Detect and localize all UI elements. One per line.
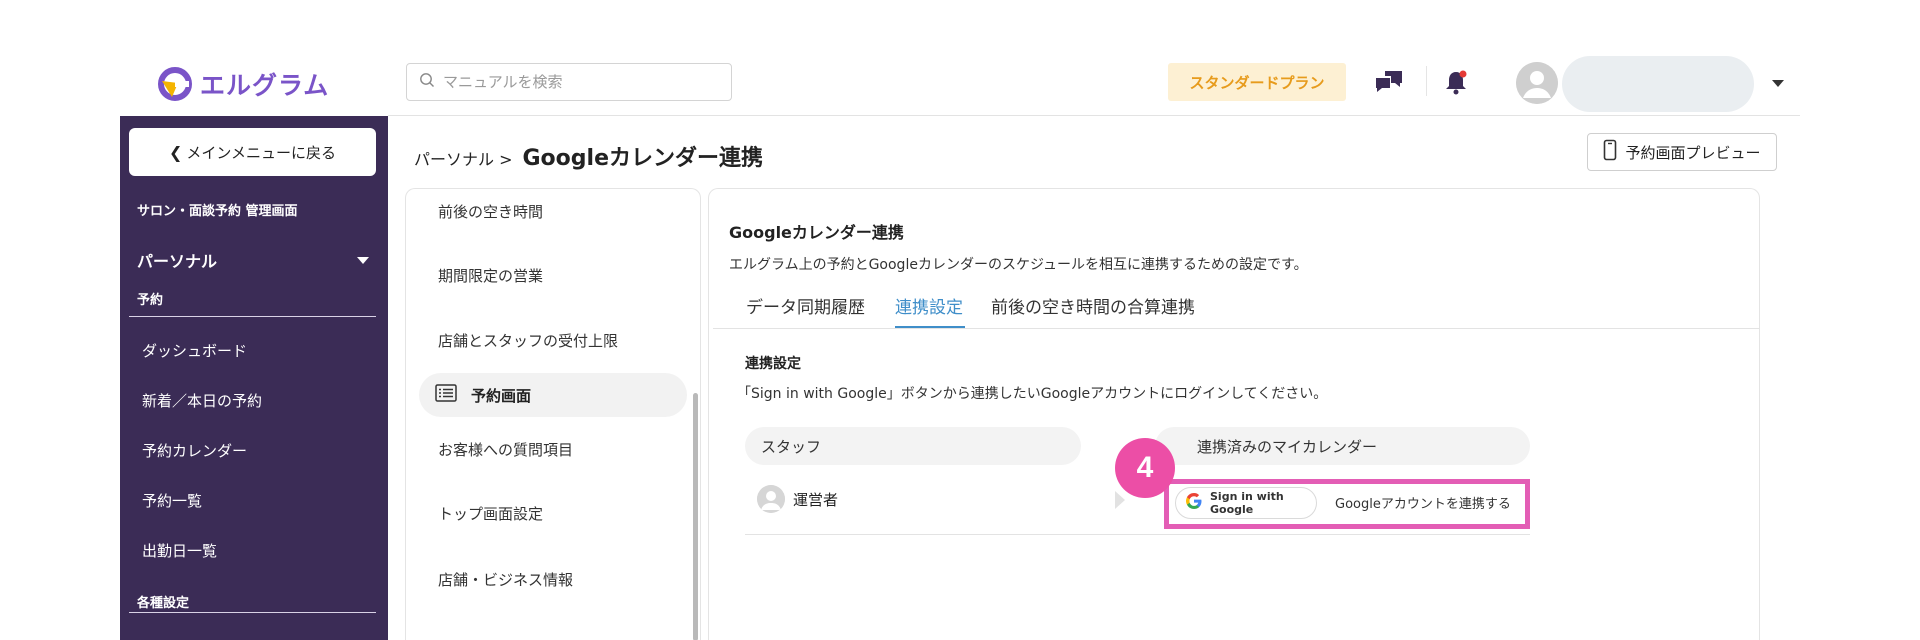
app-logo[interactable]: エルグラム — [158, 66, 329, 102]
settings-menu-item[interactable]: 前後の空き時間 — [438, 201, 543, 222]
breadcrumb-parent[interactable]: パーソナル > — [414, 146, 513, 170]
sidebar-item-calendar[interactable]: 予約カレンダー — [142, 440, 247, 461]
breadcrumb: パーソナル > Googleカレンダー連携 — [414, 140, 763, 172]
manual-search[interactable] — [406, 63, 732, 101]
preview-button-label: 予約画面プレビュー — [1625, 143, 1761, 162]
header-divider — [1426, 66, 1427, 96]
column-header-staff: スタッフ — [745, 427, 1081, 465]
scrollbar[interactable] — [693, 393, 698, 640]
settings-menu: 前後の空き時間 期間限定の営業 店舗とスタッフの受付上限 予約画面 お客様への質… — [405, 188, 701, 640]
chevron-down-icon — [357, 256, 369, 264]
user-avatar[interactable] — [1516, 62, 1558, 104]
header-divider-line — [388, 115, 1800, 116]
page-title: Googleカレンダー連携 — [522, 146, 764, 171]
sign-in-with-google-button[interactable]: Sign in with Google — [1175, 487, 1317, 519]
arrow-right-icon — [1115, 491, 1125, 509]
back-to-main-menu-button[interactable]: ❮ メインメニューに戻る — [129, 128, 376, 176]
chat-icon[interactable] — [1374, 68, 1404, 96]
sidebar-divider — [129, 612, 376, 613]
google-calendar-card: Googleカレンダー連携 エルグラム上の予約とGoogleカレンダーのスケジュ… — [708, 188, 1760, 640]
sidebar-section-title: サロン・面談予約 管理画面 — [137, 204, 298, 219]
google-g-icon — [1186, 493, 1202, 513]
sidebar-settings-title: 各種設定 — [137, 596, 190, 611]
preview-button[interactable]: 予約画面プレビュー — [1587, 133, 1777, 171]
section-description: 「Sign in with Google」ボタンから連携したいGoogleアカウ… — [737, 386, 1328, 402]
settings-menu-item[interactable]: 期間限定の営業 — [438, 265, 543, 286]
sidebar-item-attendance[interactable]: 出勤日一覧 — [142, 540, 217, 561]
settings-menu-item[interactable]: お客様への質問項目 — [438, 439, 573, 460]
sidebar-group-personal[interactable]: パーソナル — [137, 248, 369, 272]
settings-menu-item-active[interactable]: 予約画面 — [419, 373, 687, 417]
settings-menu-item[interactable]: 店舗とスタッフの受付上限 — [438, 330, 618, 351]
main-sidebar: ❮ メインメニューに戻る サロン・面談予約 管理画面 パーソナル 予約 ダッシュ… — [120, 116, 388, 640]
connect-google-account-link[interactable]: Googleアカウントを連携する — [1335, 493, 1511, 512]
tab-buffer-time-sync[interactable]: 前後の空き時間の合算連携 — [991, 293, 1195, 318]
search-icon — [419, 72, 435, 92]
google-button-label: Sign in with Google — [1210, 490, 1284, 516]
bell-icon[interactable] — [1441, 68, 1471, 96]
sidebar-subgroup-title: 予約 — [137, 293, 164, 308]
sidebar-item-new-today[interactable]: 新着／本日の予約 — [142, 390, 262, 411]
back-button-label: メインメニューに戻る — [186, 143, 336, 162]
user-menu-chevron-down-icon[interactable] — [1772, 80, 1784, 87]
user-name-pill[interactable] — [1562, 56, 1754, 112]
staff-name: 運営者 — [793, 490, 839, 509]
settings-menu-active-label: 予約画面 — [471, 386, 532, 405]
row-divider — [745, 534, 1530, 535]
staff-row: 運営者 — [757, 485, 838, 513]
logo-text: エルグラム — [200, 71, 330, 100]
sidebar-item-reservation-list[interactable]: 予約一覧 — [142, 490, 202, 511]
column-header-calendar: 連携済みのマイカレンダー — [1155, 427, 1530, 465]
chevron-left-icon: ❮ — [169, 142, 183, 162]
logo-icon — [158, 67, 192, 101]
settings-menu-item[interactable]: 店舗・ビジネス情報 — [438, 569, 573, 590]
sidebar-divider — [129, 316, 376, 317]
phone-icon — [1603, 139, 1617, 165]
search-input[interactable] — [443, 73, 713, 91]
tab-sync-history[interactable]: データ同期履歴 — [746, 293, 865, 318]
plan-badge[interactable]: スタンダードプラン — [1168, 63, 1346, 101]
step-number-badge: 4 — [1115, 438, 1175, 498]
section-title: 連携設定 — [745, 356, 801, 372]
sidebar-group-label: パーソナル — [137, 252, 218, 271]
settings-menu-item[interactable]: トップ画面設定 — [438, 503, 543, 524]
tab-link-settings[interactable]: 連携設定 — [895, 293, 963, 318]
card-description: エルグラム上の予約とGoogleカレンダーのスケジュールを相互に連携するための設… — [729, 257, 1308, 273]
card-title: Googleカレンダー連携 — [729, 223, 904, 242]
tabs-divider — [713, 328, 1759, 329]
staff-avatar — [757, 485, 785, 513]
list-icon — [435, 384, 457, 406]
sidebar-item-dashboard[interactable]: ダッシュボード — [142, 340, 247, 361]
